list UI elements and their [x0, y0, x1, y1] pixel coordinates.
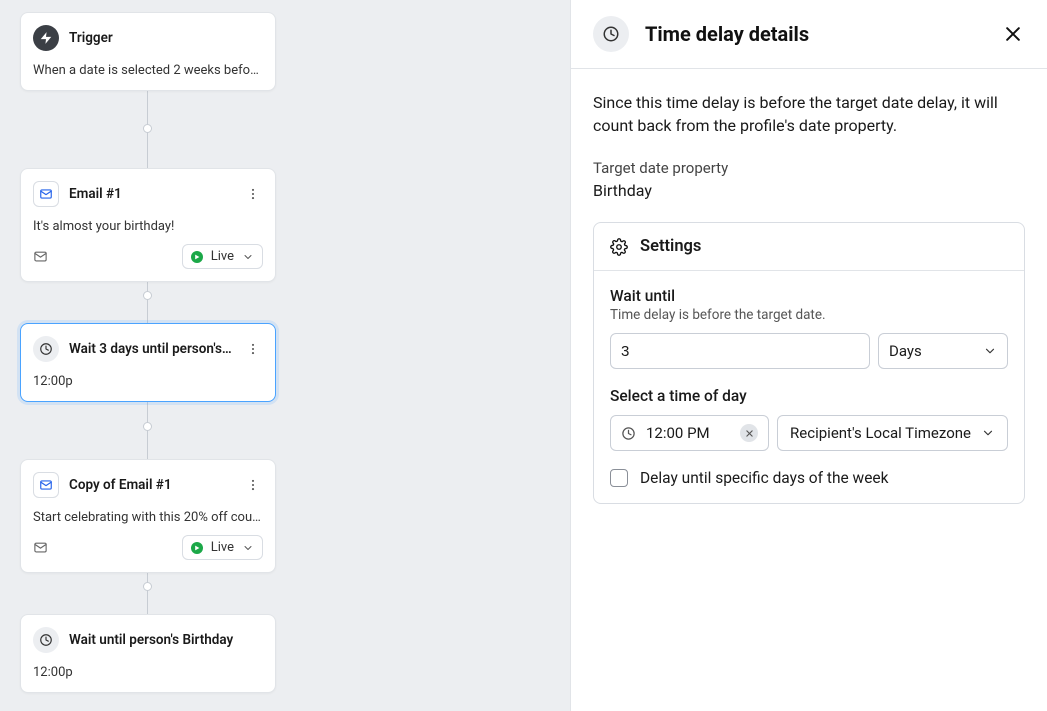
mail-icon: [33, 472, 59, 498]
chevron-down-icon: [242, 251, 254, 263]
mail-outline-icon: [33, 540, 48, 555]
wait-bday-card[interactable]: Wait until person's Birthday 12:00p: [20, 614, 276, 693]
status-text: Live: [211, 540, 234, 555]
clock-icon: [33, 336, 59, 362]
wait-bday-title: Wait until person's Birthday: [69, 632, 263, 648]
mail-outline-icon: [33, 249, 48, 264]
wait-unit-value: Days: [889, 342, 922, 360]
clear-icon[interactable]: [740, 424, 758, 442]
wait-unit-select[interactable]: Days: [878, 333, 1008, 369]
email2-card[interactable]: Copy of Email #1 Start celebrating with …: [20, 459, 276, 573]
status-selector[interactable]: Live: [182, 535, 263, 560]
email1-title: Email #1: [69, 186, 233, 202]
bolt-icon: [33, 25, 59, 51]
wait3-title: Wait 3 days until person's…: [69, 341, 233, 357]
trigger-title: Trigger: [69, 30, 263, 46]
time-value: 12:00 PM: [646, 424, 730, 442]
kebab-icon[interactable]: [243, 184, 263, 204]
chevron-down-icon: [981, 426, 995, 440]
time-input[interactable]: 12:00 PM: [610, 415, 769, 451]
trigger-desc: When a date is selected 2 weeks before p…: [33, 63, 263, 78]
clock-icon: [593, 16, 629, 52]
timezone-value: Recipient's Local Timezone: [790, 424, 971, 442]
clock-icon: [33, 627, 59, 653]
wait3-time: 12:00p: [33, 374, 263, 389]
status-selector[interactable]: Live: [182, 244, 263, 269]
settings-box: Settings Wait until Time delay is before…: [593, 222, 1025, 504]
status-text: Live: [211, 249, 234, 264]
wait-help: Time delay is before the target date.: [610, 307, 1008, 323]
panel-intro: Since this time delay is before the targ…: [593, 91, 1025, 137]
chevron-down-icon: [983, 344, 997, 358]
email1-desc: It's almost your birthday!: [33, 219, 263, 234]
wait3-card[interactable]: Wait 3 days until person's… 12:00p: [20, 323, 276, 402]
kebab-icon[interactable]: [243, 475, 263, 495]
settings-title: Settings: [640, 237, 701, 256]
timezone-select[interactable]: Recipient's Local Timezone: [777, 415, 1008, 451]
wait-bday-time: 12:00p: [33, 665, 263, 680]
wait-label: Wait until: [610, 287, 1008, 305]
play-icon: [191, 251, 203, 263]
wait-value-input[interactable]: [610, 333, 870, 369]
email1-card[interactable]: Email #1 It's almost your birthday! Live: [20, 168, 276, 282]
clock-icon: [621, 426, 636, 441]
gear-icon: [610, 238, 628, 256]
delay-days-label: Delay until specific days of the week: [640, 469, 889, 487]
mail-icon: [33, 181, 59, 207]
trigger-card[interactable]: Trigger When a date is selected 2 weeks …: [20, 12, 276, 91]
target-label: Target date property: [593, 159, 1025, 177]
details-panel: Time delay details Since this time delay…: [570, 0, 1047, 711]
kebab-icon[interactable]: [243, 339, 263, 359]
time-label: Select a time of day: [610, 387, 1008, 405]
close-icon[interactable]: [1001, 22, 1025, 46]
target-value: Birthday: [593, 181, 1025, 200]
play-icon: [191, 542, 203, 554]
delay-days-checkbox[interactable]: [610, 469, 628, 487]
panel-title: Time delay details: [645, 22, 985, 46]
chevron-down-icon: [242, 542, 254, 554]
email2-desc: Start celebrating with this 20% off coup…: [33, 510, 263, 525]
email2-title: Copy of Email #1: [69, 477, 233, 493]
